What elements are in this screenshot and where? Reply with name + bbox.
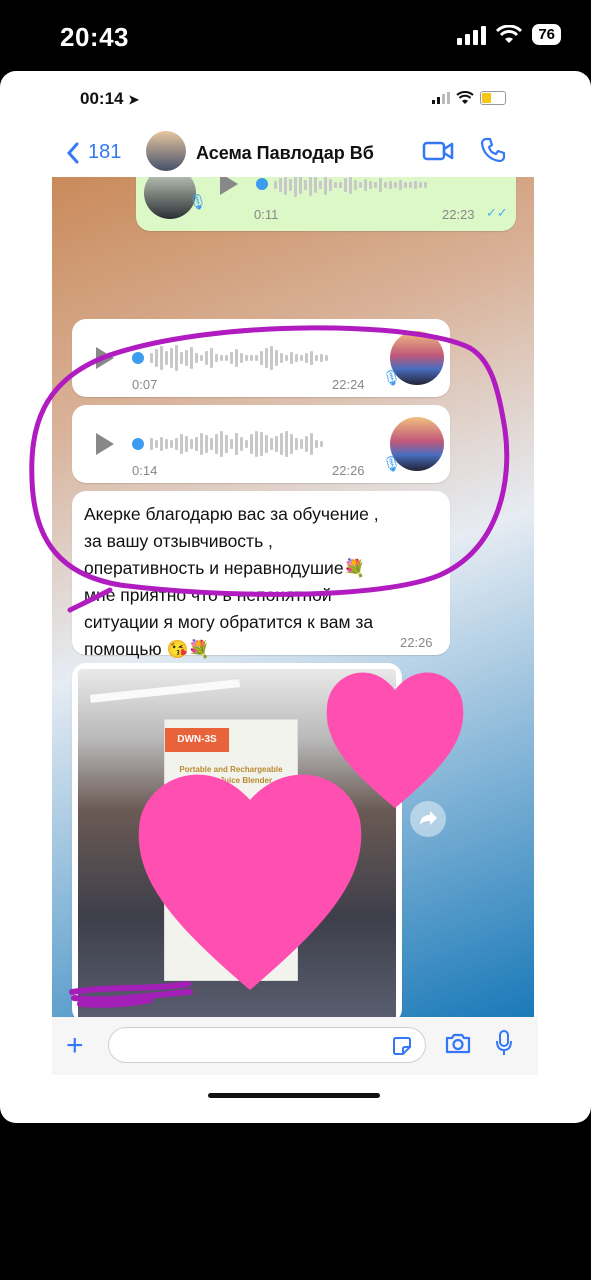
overlay-layer (29, 325, 510, 1008)
heart-sticker-small (326, 672, 464, 808)
redaction-scribble (69, 981, 193, 1008)
annotation-circle (29, 325, 510, 613)
heart-sticker-large (138, 774, 362, 990)
